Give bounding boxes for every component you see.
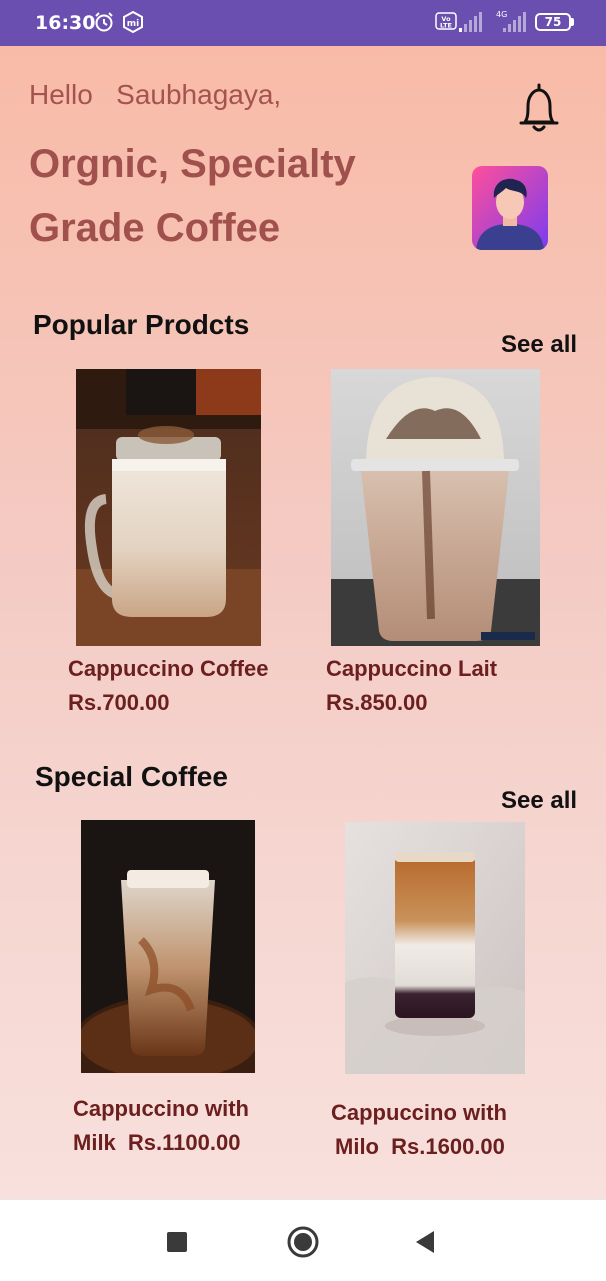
notification-bell-icon[interactable] [517,82,561,134]
product-name-cappuccino-lait: Cappuccino Lait [326,656,498,681]
product-card-cappuccino-with-milk[interactable] [81,820,255,1073]
profile-avatar[interactable] [472,166,548,250]
circle-home-icon [287,1226,319,1258]
cappuccino-with-milk-image [81,820,255,1073]
product-price-cappuccino-with-milk: Rs.1100.00 [127,1130,241,1155]
product-card-cappuccino-coffee[interactable] [76,369,261,646]
product-price-cappuccino-lait: Rs.850.00 [326,690,428,715]
product-name-cappuccino-coffee: Cappuccino Coffee [68,656,269,681]
product-card-cappuccino-lait[interactable] [331,369,540,646]
battery-level: 75 [544,15,562,29]
page-headline: Orgnic, Specialty Grade Coffee [29,142,356,250]
home-screen: Hello Saubhagaya, Orgnic, Specialty Grad… [0,46,606,1199]
cappuccino-coffee-image [76,369,261,646]
cappuccino-lait-image [331,369,540,646]
alarm-icon [95,12,113,32]
recents-button[interactable] [167,1232,187,1252]
special-see-all-link[interactable]: See all [501,787,577,815]
product-card-cappuccino-with-milo[interactable] [345,822,525,1074]
user-avatar-icon [472,166,548,250]
product-name-line1: Cappuccino with [73,1096,249,1121]
product-name-line1: Cappuccino with [331,1100,507,1125]
svg-text:mi: mi [127,19,139,29]
square-recents-icon [167,1232,187,1252]
battery-icon: 75 [535,13,571,31]
home-button[interactable] [287,1226,319,1258]
greeting-hello: Hello [29,79,93,110]
cappuccino-with-milo-image [345,822,525,1074]
product-name-cappuccino-with-milo: Cappuccino with Milo Rs.1600.00 [331,1096,507,1164]
product-name-line2: Milk [73,1130,116,1155]
battery-tip [571,18,574,26]
product-price-cappuccino-with-milo: Rs.1600.00 [391,1134,505,1159]
popular-see-all-link[interactable]: See all [501,331,577,359]
signal-bars-icon [459,12,482,32]
system-nav-bar [0,1199,606,1281]
volte-badge-icon: Vo LTE [435,12,457,30]
mi-app-icon: mi [123,11,143,33]
status-bar: 16:30 mi Vo LTE 4G 75 [0,0,606,46]
back-button[interactable] [414,1230,436,1254]
product-name-line2: Milo [335,1134,379,1159]
product-price-cappuccino-coffee: Rs.700.00 [68,690,170,715]
greeting-text: Hello Saubhagaya, [29,79,281,111]
triangle-back-icon [416,1231,434,1253]
svg-text:LTE: LTE [440,22,452,30]
product-name-cappuccino-with-milk: Cappuccino with Milk Rs.1100.00 [73,1092,249,1160]
status-time: 16:30 [35,12,96,34]
user-name: Saubhagaya, [116,79,282,110]
signal-bars-2-icon [503,12,526,32]
special-section-title: Special Coffee [35,761,228,792]
popular-section-title: Popular Prodcts [33,309,250,340]
